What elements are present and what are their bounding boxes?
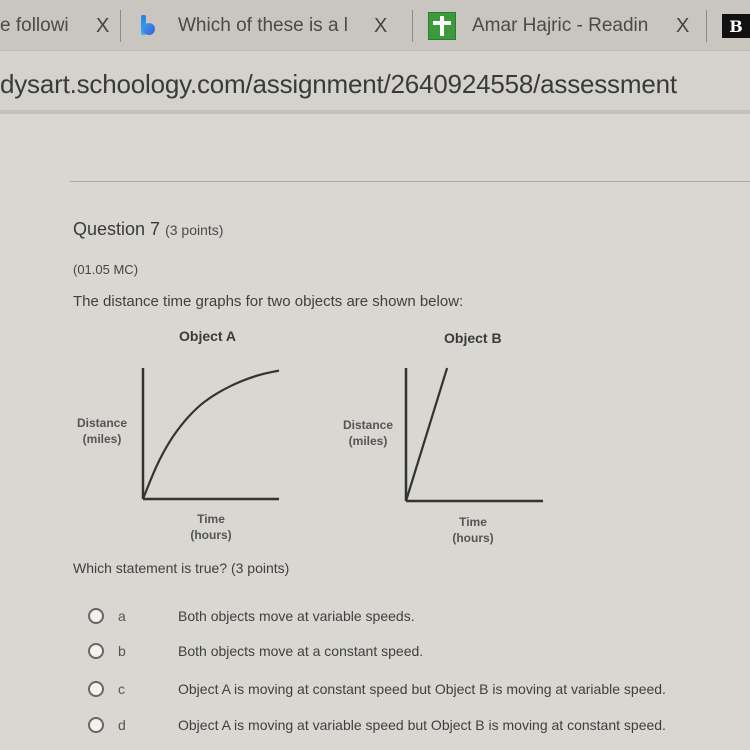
graph-a bbox=[141, 368, 280, 501]
bing-icon bbox=[140, 15, 156, 37]
graph-b-line bbox=[404, 367, 449, 502]
question-subprompt: Which statement is true? (3 points) bbox=[73, 560, 290, 576]
question-title: Question 7 (3 points) bbox=[73, 219, 223, 240]
radio-button[interactable] bbox=[88, 643, 104, 659]
option-c[interactable]: c Object A is moving at constant speed b… bbox=[88, 678, 666, 700]
tab-title: e followi bbox=[0, 15, 69, 36]
tab-separator bbox=[412, 10, 413, 42]
radio-button[interactable] bbox=[88, 717, 104, 733]
graph-a-title: Object A bbox=[179, 328, 237, 344]
tab-3[interactable]: Amar Hajric - Readin X bbox=[428, 10, 689, 42]
option-b[interactable]: b Both objects move at a constant speed. bbox=[88, 640, 423, 662]
question-prompt: The distance time graphs for two objects… bbox=[73, 293, 464, 310]
tab-title: Which of these is a l bbox=[178, 15, 349, 36]
close-icon[interactable]: X bbox=[676, 15, 689, 38]
option-text[interactable]: Both objects move at a constant speed. bbox=[178, 643, 423, 659]
option-a[interactable]: a Both objects move at variable speeds. bbox=[88, 605, 415, 627]
option-text[interactable]: Object A is moving at variable speed but… bbox=[178, 717, 666, 733]
option-d[interactable]: d Object A is moving at variable speed b… bbox=[88, 714, 666, 736]
page-top-border bbox=[0, 110, 750, 114]
option-text[interactable]: Object A is moving at constant speed but… bbox=[178, 681, 666, 697]
question-points: (3 points) bbox=[165, 222, 224, 238]
address-bar[interactable]: dysart.schoology.com/assignment/26409245… bbox=[0, 50, 750, 111]
option-text[interactable]: Both objects move at variable speeds. bbox=[178, 608, 415, 624]
tab-bar: e followi X Which of these is a l X Amar… bbox=[0, 0, 750, 50]
url-text[interactable]: dysart.schoology.com/assignment/26409245… bbox=[0, 69, 677, 100]
graph-b bbox=[404, 367, 543, 503]
tab-1[interactable]: e followi X bbox=[0, 10, 109, 42]
tab-2[interactable]: Which of these is a l X bbox=[140, 10, 387, 42]
divider bbox=[70, 181, 750, 182]
close-icon[interactable]: X bbox=[374, 15, 387, 38]
graph-b-xlabel: Time (hours) bbox=[452, 515, 494, 545]
graph-a-ylabel: Distance (miles) bbox=[76, 416, 128, 446]
question-number: Question 7 bbox=[73, 219, 161, 239]
option-letter: c bbox=[118, 681, 125, 697]
option-letter: b bbox=[118, 643, 126, 659]
tab-separator bbox=[120, 10, 121, 42]
option-letter: d bbox=[118, 717, 126, 733]
radio-button[interactable] bbox=[88, 608, 104, 624]
tab-title: Amar Hajric - Readin bbox=[472, 15, 649, 36]
option-letter: a bbox=[118, 608, 126, 624]
tab-separator bbox=[706, 10, 707, 42]
graph-a-xlabel: Time (hours) bbox=[190, 512, 232, 542]
close-icon[interactable]: X bbox=[96, 15, 109, 38]
graph-a-curve bbox=[141, 369, 280, 500]
green-cross-icon bbox=[428, 12, 456, 40]
b-logo-icon[interactable]: B bbox=[722, 14, 750, 38]
question-code: (01.05 MC) bbox=[73, 262, 139, 277]
radio-button[interactable] bbox=[88, 681, 104, 697]
graph-b-title: Object B bbox=[444, 330, 502, 346]
graph-b-ylabel: Distance (miles) bbox=[342, 418, 394, 448]
